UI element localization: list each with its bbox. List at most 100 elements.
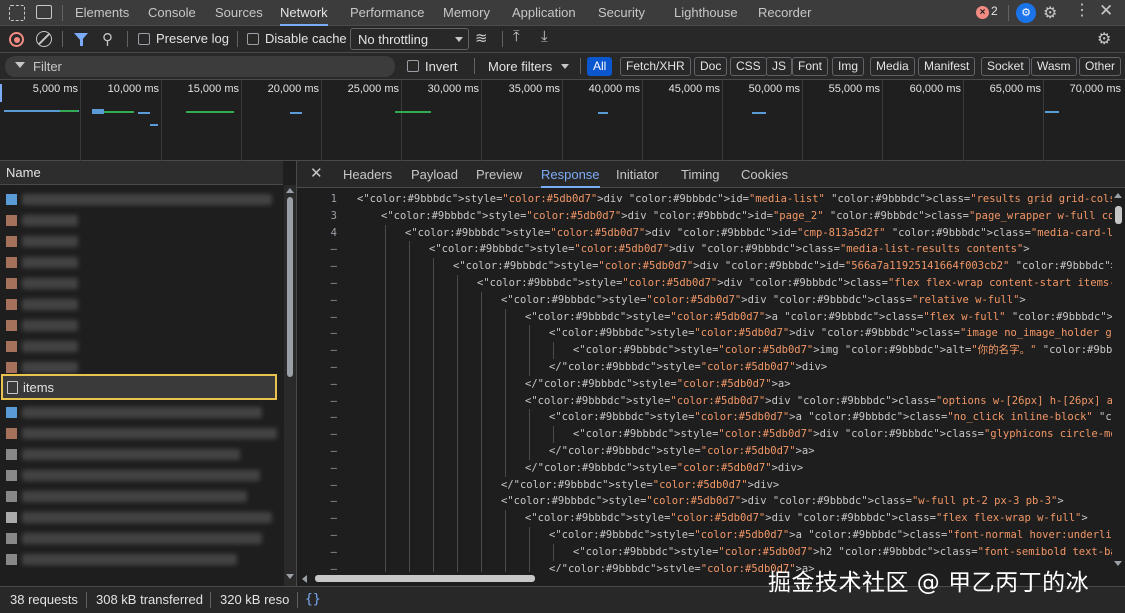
network-overview[interactable]: 5,000 ms 10,000 ms 15,000 ms 20,000 ms 2…: [0, 80, 1125, 161]
request-row[interactable]: [0, 486, 283, 507]
name-column-header[interactable]: Name: [0, 161, 283, 185]
request-row[interactable]: [0, 402, 283, 423]
search-icon[interactable]: ⚲: [102, 30, 113, 48]
pretty-print-icon[interactable]: {}: [305, 587, 321, 613]
tab-response[interactable]: Response: [541, 161, 600, 188]
request-row[interactable]: [0, 336, 283, 357]
request-row[interactable]: [0, 507, 283, 528]
line-number: –: [330, 394, 337, 407]
filter-icon[interactable]: [74, 33, 88, 46]
clear-icon[interactable]: [36, 31, 52, 47]
request-row[interactable]: [0, 189, 283, 210]
export-har-icon[interactable]: ⤓: [541, 28, 548, 45]
filter-chip-font[interactable]: Font: [792, 57, 829, 76]
code-line: – <"color:#9bbbdc">style="color:#5db0d7">…: [297, 543, 1112, 561]
line-number: –: [330, 327, 337, 340]
preserve-log-label[interactable]: Preserve log: [156, 31, 229, 46]
import-har-icon[interactable]: ⤒: [513, 28, 520, 45]
request-row[interactable]: [0, 294, 283, 315]
filter-input[interactable]: Filter: [5, 56, 395, 77]
close-details-icon[interactable]: ✕: [310, 164, 323, 182]
code-text: <"color:#9bbbdc">style="color:#5db0d7">d…: [525, 394, 1112, 407]
settings-icon[interactable]: ⚙: [1043, 3, 1057, 23]
response-code-view[interactable]: 1 <"color:#9bbbdc">style="color:#5db0d7">…: [297, 191, 1112, 572]
overview-tick: 40,000 ms: [588, 83, 640, 95]
tab-headers[interactable]: Headers: [343, 161, 392, 188]
error-count[interactable]: 2: [991, 4, 998, 18]
network-conditions-icon[interactable]: ≋: [475, 29, 488, 47]
preserve-log-checkbox[interactable]: [138, 33, 150, 45]
line-number: –: [330, 260, 337, 273]
filter-chip-img[interactable]: Img: [832, 57, 865, 76]
request-list-scrollbar[interactable]: [284, 185, 296, 586]
tab-network[interactable]: Network: [280, 0, 328, 26]
transferred-size: 308 kB transferred: [96, 592, 203, 607]
tab-security[interactable]: Security: [598, 0, 645, 26]
code-line: – </"color:#9bbbdc">style="color:#5db0d7"…: [297, 443, 1112, 460]
line-number: –: [330, 428, 337, 441]
code-text: <"color:#9bbbdc">style="color:#5db0d7">a…: [549, 529, 1112, 541]
tab-initiator[interactable]: Initiator: [616, 161, 659, 188]
filter-chip-wasm[interactable]: Wasm: [1031, 57, 1077, 76]
tab-elements[interactable]: Elements: [75, 0, 129, 26]
code-text: <"color:#9bbbdc">style="color:#5db0d7">d…: [549, 327, 1112, 340]
request-row-selected[interactable]: items: [1, 374, 277, 400]
code-line: – <"color:#9bbbdc">style="color:#5db0d7">…: [297, 308, 1112, 326]
request-row[interactable]: [0, 273, 283, 294]
ai-assistance-icon[interactable]: ⚙: [1016, 3, 1036, 23]
filter-chip-doc[interactable]: Doc: [694, 57, 728, 76]
network-settings-icon[interactable]: ⚙: [1097, 29, 1111, 49]
request-row[interactable]: [0, 231, 283, 252]
more-options-icon[interactable]: ⋮: [1074, 2, 1090, 20]
tab-sources[interactable]: Sources: [215, 0, 263, 26]
invert-checkbox[interactable]: [407, 60, 419, 72]
filter-chip-media[interactable]: Media: [870, 57, 915, 76]
request-row[interactable]: [0, 252, 283, 273]
tab-performance[interactable]: Performance: [350, 0, 424, 26]
filter-chip-all[interactable]: All: [587, 57, 613, 76]
filter-chip-js[interactable]: JS: [766, 57, 793, 76]
tab-payload[interactable]: Payload: [411, 161, 458, 188]
request-row[interactable]: [0, 210, 283, 231]
throttling-select[interactable]: No throttling: [350, 28, 469, 50]
filter-chip-css[interactable]: CSS: [730, 57, 767, 76]
inspect-element-icon[interactable]: [9, 5, 25, 21]
request-list: Name items: [0, 161, 297, 586]
detail-tabs: ✕ Headers Payload Preview Response Initi…: [297, 161, 1125, 188]
tab-console[interactable]: Console: [148, 0, 196, 26]
request-row[interactable]: [0, 528, 283, 549]
request-row[interactable]: [0, 315, 283, 336]
request-row[interactable]: [0, 423, 283, 444]
line-number: –: [330, 512, 337, 525]
request-row[interactable]: [0, 444, 283, 465]
record-icon[interactable]: [9, 32, 24, 47]
request-row[interactable]: [0, 549, 283, 570]
code-line: – </"color:#9bbbdc">style="color:#5db0d7"…: [297, 459, 1112, 477]
close-icon[interactable]: ✕: [1099, 1, 1113, 21]
tab-timing[interactable]: Timing: [681, 161, 720, 188]
disable-cache-checkbox[interactable]: [247, 33, 259, 45]
code-vertical-scrollbar[interactable]: [1112, 189, 1125, 572]
code-text: <"color:#9bbbdc">style="color:#5db0d7">i…: [573, 344, 1112, 357]
code-text: </"color:#9bbbdc">style="color:#5db0d7">…: [501, 478, 780, 491]
filter-chip-manifest[interactable]: Manifest: [918, 57, 976, 76]
filter-chip-socket[interactable]: Socket: [981, 57, 1030, 76]
tab-memory[interactable]: Memory: [443, 0, 490, 26]
tab-preview[interactable]: Preview: [476, 161, 522, 188]
error-icon[interactable]: ×: [976, 6, 989, 19]
tab-application[interactable]: Application: [512, 0, 576, 26]
invert-label[interactable]: Invert: [425, 59, 458, 74]
more-filters-button[interactable]: More filters: [488, 59, 552, 74]
filter-chip-fetch-xhr[interactable]: Fetch/XHR: [620, 57, 691, 76]
disable-cache-label[interactable]: Disable cache: [265, 31, 347, 46]
code-text: <"color:#9bbbdc">style="color:#5db0d7">d…: [405, 226, 1112, 239]
tab-lighthouse[interactable]: Lighthouse: [674, 0, 738, 26]
tab-cookies[interactable]: Cookies: [741, 161, 788, 188]
device-toolbar-icon[interactable]: [36, 5, 52, 19]
document-icon: [7, 381, 18, 394]
tab-recorder[interactable]: Recorder: [758, 0, 811, 26]
filter-placeholder: Filter: [33, 59, 62, 74]
filter-chip-other[interactable]: Other: [1079, 57, 1122, 76]
line-number: –: [330, 344, 337, 357]
request-row[interactable]: [0, 465, 283, 486]
